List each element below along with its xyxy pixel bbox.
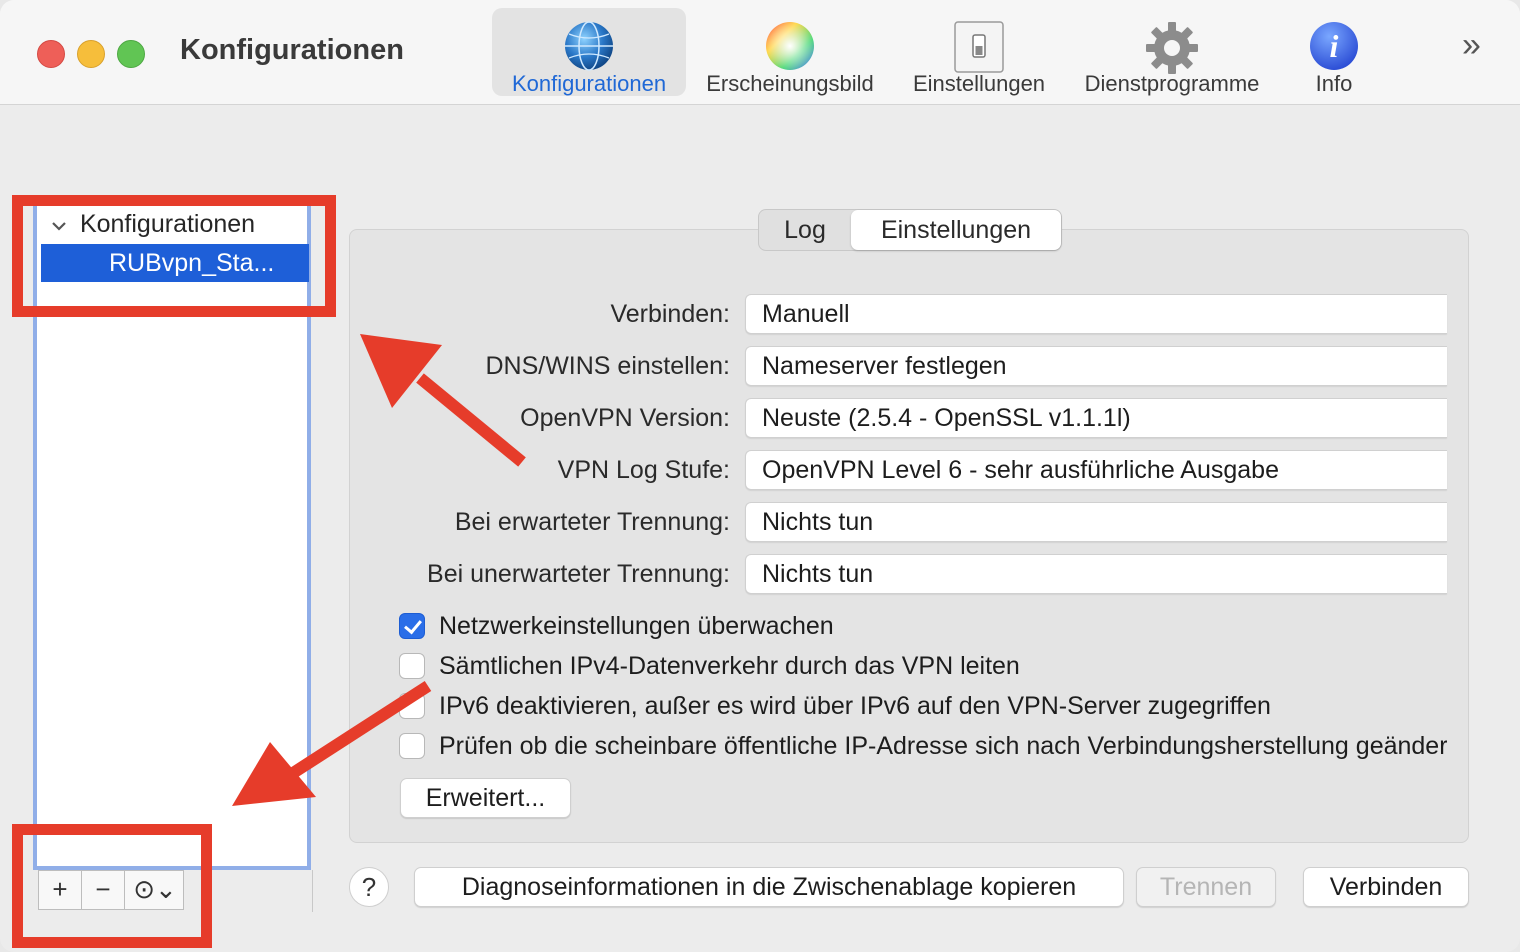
tab-log[interactable]: Log xyxy=(759,210,851,250)
log-level-popup[interactable]: OpenVPN Level 6 - sehr ausführliche Ausg… xyxy=(745,450,1447,490)
advanced-button[interactable]: Erweitert... xyxy=(400,778,571,818)
unexpected-disconnect-popup[interactable]: Nichts tun xyxy=(745,554,1447,594)
toolbar-tab-info[interactable]: i Info xyxy=(1294,8,1374,96)
toolbar-tab-dienstprogramme[interactable]: Dienstprogramme xyxy=(1072,8,1272,96)
app-window: Konfigurationen Konfigurationen Erschein… xyxy=(0,0,1520,952)
tab-einstellungen[interactable]: Einstellungen xyxy=(851,210,1061,250)
copy-diagnostics-button[interactable]: Diagnoseinformationen in die Zwischenabl… xyxy=(414,867,1124,907)
expected-disconnect-popup[interactable]: Nichts tun xyxy=(745,502,1447,542)
connect-button[interactable]: Verbinden xyxy=(1303,867,1469,907)
expected-disconnect-label: Bei erwarteter Trennung: xyxy=(454,508,730,536)
maximize-window-button[interactable] xyxy=(117,40,145,68)
minimize-window-button[interactable] xyxy=(77,40,105,68)
log-level-label: VPN Log Stufe: xyxy=(557,456,730,484)
unexpected-disconnect-label: Bei unerwarteter Trennung: xyxy=(427,560,730,588)
globe-icon xyxy=(563,20,615,78)
connect-mode-popup[interactable]: Manuell xyxy=(745,294,1447,334)
toolbar-tab-konfigurationen[interactable]: Konfigurationen xyxy=(492,8,686,96)
toolbar: Konfigurationen Konfigurationen Erschein… xyxy=(0,0,1520,105)
openvpn-version-popup[interactable]: Neuste (2.5.4 - OpenSSL v1.1.1l) xyxy=(745,398,1447,438)
checkbox-unchecked-icon[interactable] xyxy=(399,733,425,759)
close-window-button[interactable] xyxy=(37,40,65,68)
options-checklist: Netzwerkeinstellungen überwachen Sämtlic… xyxy=(399,600,1447,770)
checkbox-unchecked-icon[interactable] xyxy=(399,693,425,719)
svg-text:i: i xyxy=(1330,28,1339,64)
help-button[interactable]: ? xyxy=(349,867,389,907)
toolbar-tab-einstellungen[interactable]: Einstellungen xyxy=(900,8,1058,96)
checkbox-unchecked-icon[interactable] xyxy=(399,653,425,679)
dns-wins-value: Nameserver festlegen xyxy=(762,352,1007,380)
info-icon: i xyxy=(1308,20,1360,78)
toolbar-overflow-chevron-icon[interactable]: » xyxy=(1462,26,1481,65)
openvpn-version-label: OpenVPN Version: xyxy=(520,404,730,432)
checkbox-checked-icon[interactable] xyxy=(399,613,425,639)
log-level-value: OpenVPN Level 6 - sehr ausführliche Ausg… xyxy=(762,456,1279,484)
annotation-box-list-buttons xyxy=(12,824,212,948)
annotation-box-configuration xyxy=(12,195,336,317)
dns-wins-label: DNS/WINS einstellen: xyxy=(485,352,730,380)
dns-wins-popup[interactable]: Nameserver festlegen xyxy=(745,346,1447,386)
unexpected-disconnect-value: Nichts tun xyxy=(762,560,874,588)
expected-disconnect-value: Nichts tun xyxy=(762,508,874,536)
split-divider[interactable] xyxy=(312,870,313,912)
window-title: Konfigurationen xyxy=(180,34,404,66)
openvpn-version-value: Neuste (2.5.4 - OpenSSL v1.1.1l) xyxy=(762,404,1131,432)
view-tabs: Log Einstellungen xyxy=(758,209,1062,251)
disconnect-button: Trennen xyxy=(1136,867,1276,907)
toolbar-tab-erscheinungsbild[interactable]: Erscheinungsbild xyxy=(696,8,884,96)
color-wheel-icon xyxy=(764,20,816,78)
connect-mode-value: Manuell xyxy=(762,300,850,328)
